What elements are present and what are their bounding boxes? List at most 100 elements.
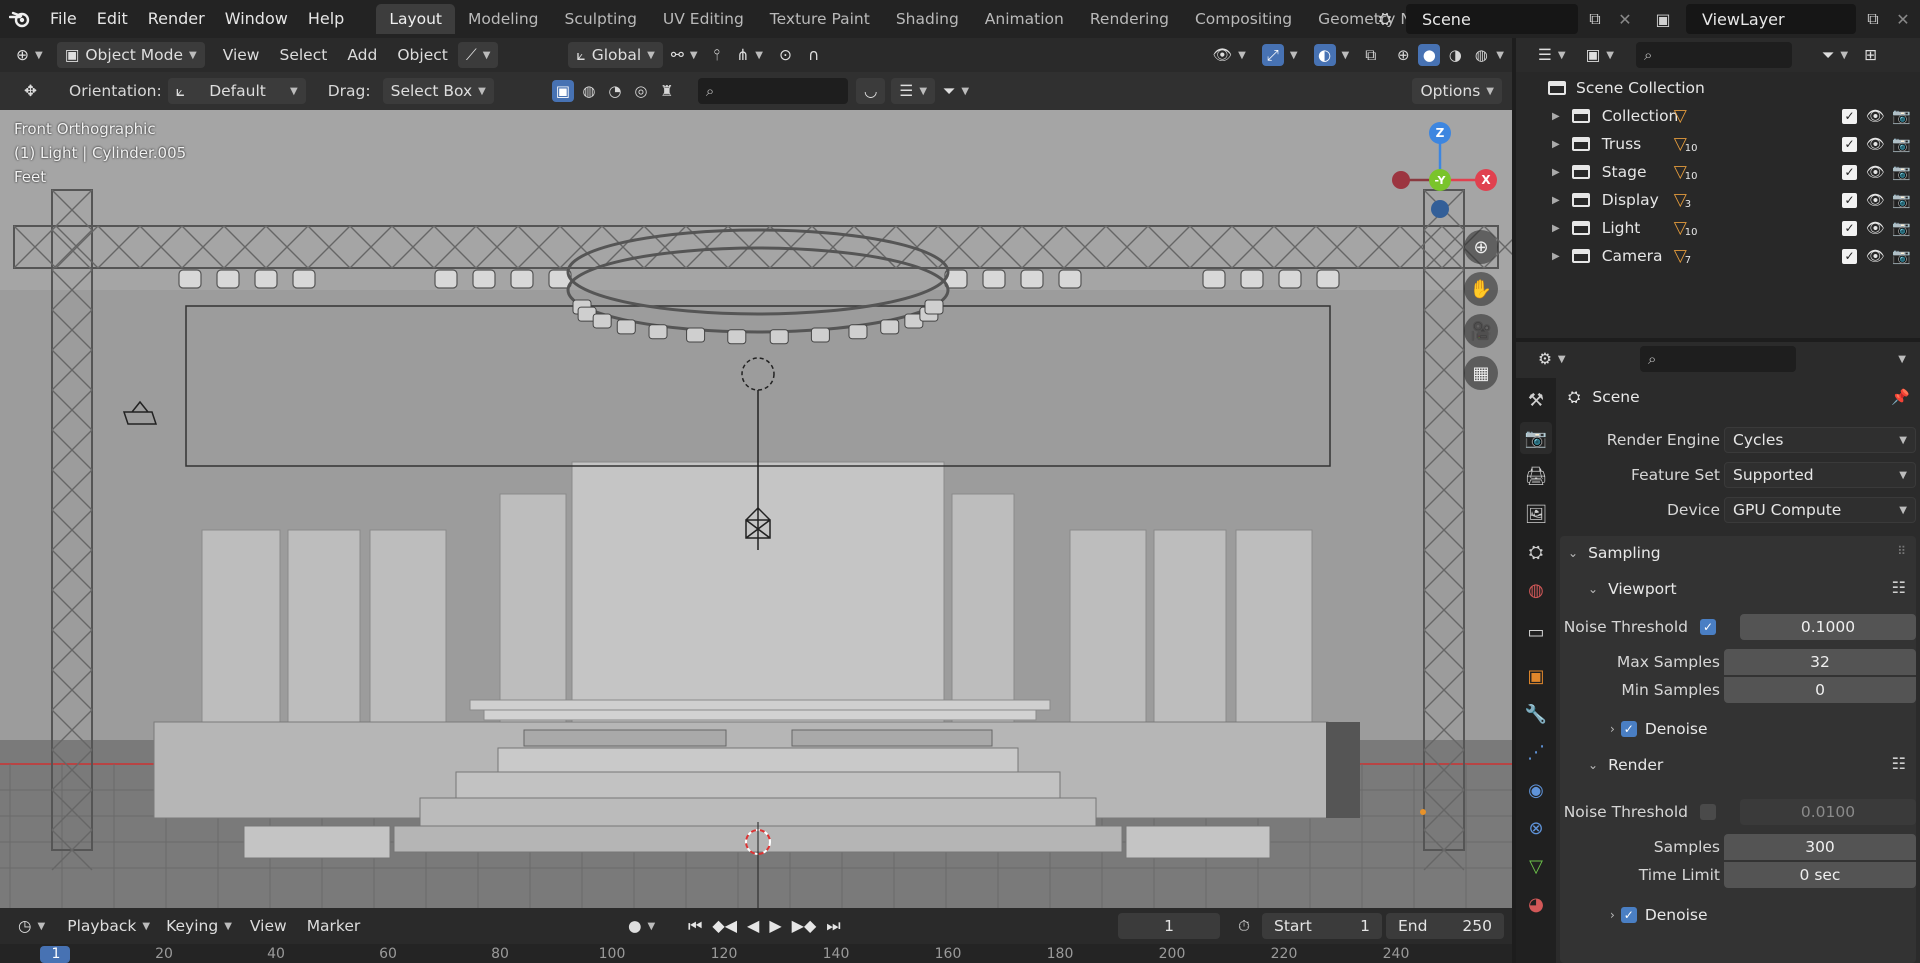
current-frame-field[interactable]: 1 xyxy=(1118,913,1220,939)
properties-editor-type-icon[interactable]: ⚙ ▼ xyxy=(1530,346,1574,372)
snap-toggle[interactable]: ⫯ xyxy=(706,42,729,68)
exclude-checkbox[interactable]: ✓ xyxy=(1842,248,1857,264)
pin-icon[interactable]: 📌 xyxy=(1891,388,1910,406)
material-shading-icon[interactable]: ◑ xyxy=(1444,44,1466,66)
exclude-checkbox[interactable]: ✓ xyxy=(1842,220,1857,236)
tab-sculpting[interactable]: Sculpting xyxy=(552,4,650,34)
samples-field[interactable]: 300 xyxy=(1724,834,1916,860)
jump-end-icon[interactable]: ⏭ xyxy=(826,916,840,936)
menu-view[interactable]: View xyxy=(213,46,270,64)
gizmo-neg-z-axis[interactable] xyxy=(1431,200,1449,218)
mode-dropdown[interactable]: ▣ Object Mode ▼ xyxy=(56,42,205,68)
tab-modeling[interactable]: Modeling xyxy=(455,4,552,34)
stopwatch-icon[interactable]: ⏱ xyxy=(1230,913,1258,939)
xray-toggle[interactable]: ⧉ xyxy=(1357,42,1384,68)
new-collection-icon[interactable]: ⊞ xyxy=(1856,42,1885,68)
play-reverse-icon[interactable]: ◀ xyxy=(747,916,759,936)
select-invert-icon[interactable]: ◎ xyxy=(630,80,652,102)
expand-arrow-icon[interactable]: ▶ xyxy=(1552,223,1560,234)
viewport-noise-threshold-field[interactable]: 0.1000 xyxy=(1740,614,1916,640)
snap-dropdown[interactable]: ⋔ ▼ xyxy=(728,42,771,68)
time-limit-field[interactable]: 0 sec xyxy=(1724,862,1916,888)
viewport-denoise-checkbox[interactable]: ✓ xyxy=(1620,721,1637,737)
playback-menu[interactable]: Playback ▼ xyxy=(59,913,158,939)
visibility-dropdown[interactable]: 👁 ▼ xyxy=(1204,42,1253,68)
render-engine-dropdown[interactable]: Cycles ▼ xyxy=(1724,427,1916,453)
render-noise-threshold-checkbox[interactable] xyxy=(1700,804,1716,820)
timeline-editor-type-icon[interactable]: ◷ ▼ xyxy=(10,913,53,939)
tab-compositing[interactable]: Compositing xyxy=(1182,4,1305,34)
outliner-row-display[interactable]: ▶ Display ▽ 3 ✓ 👁 📷 xyxy=(1516,186,1920,214)
sampling-header[interactable]: ⌄ Sampling xyxy=(1568,538,1661,568)
object-tab-icon[interactable]: ▣ xyxy=(1520,660,1552,692)
menu-file[interactable]: File xyxy=(40,0,87,38)
gpencil-dropdown[interactable]: ⟋ ▼ xyxy=(457,42,499,68)
outliner-row-truss[interactable]: ▶ Truss ▽ 10 ✓ 👁 📷 xyxy=(1516,130,1920,158)
viewport-noise-threshold-checkbox[interactable]: ✓ xyxy=(1700,619,1716,635)
eye-icon[interactable]: 👁 xyxy=(1866,219,1885,237)
device-dropdown[interactable]: GPU Compute ▼ xyxy=(1724,497,1916,523)
perspective-grid-icon[interactable]: ▦ xyxy=(1464,356,1498,390)
scene-collection-row[interactable]: Scene Collection xyxy=(1516,74,1920,102)
editor-type-icon[interactable]: ⊕ ▼ xyxy=(8,42,51,68)
properties-search-input[interactable]: ⌕ xyxy=(1640,346,1796,372)
options-dropdown[interactable]: Options ▼ xyxy=(1412,78,1502,104)
drag-dropdown[interactable]: Select Box ▼ xyxy=(382,78,494,104)
output-tab-icon[interactable]: 🖨 xyxy=(1520,460,1552,492)
pan-hand-icon[interactable]: ✋ xyxy=(1464,272,1498,306)
filter-dropdown[interactable]: ⏷ ▼ xyxy=(935,78,977,104)
outliner-editor-type-icon[interactable]: ☰ ▼ xyxy=(1530,42,1574,68)
proportional-edit-icon[interactable]: ⊙ xyxy=(771,42,800,68)
expand-arrow-icon[interactable]: ▶ xyxy=(1552,251,1560,262)
gizmo-x-axis[interactable]: X xyxy=(1475,169,1497,191)
jump-start-icon[interactable]: ⏮ xyxy=(688,916,702,936)
viewport-scene[interactable]: Front Orthographic (1) Light | Cylinder.… xyxy=(0,110,1512,908)
record-icon[interactable]: ● ▼ xyxy=(620,913,663,939)
outliner-search-input[interactable]: ⌕ xyxy=(1635,42,1792,68)
rendered-shading-icon[interactable]: ◍ xyxy=(1470,44,1492,66)
modifier-tab-icon[interactable]: 🔧 xyxy=(1520,698,1552,730)
expand-arrow-icon[interactable]: ▶ xyxy=(1552,139,1560,150)
zoom-icon[interactable]: ⊕ xyxy=(1464,230,1498,264)
select-subtract-icon[interactable]: ◔ xyxy=(604,80,626,102)
gizmo-neg-y-axis[interactable]: -Y xyxy=(1429,169,1451,191)
render-tab-icon[interactable]: 📷 xyxy=(1520,422,1552,454)
tab-texture-paint[interactable]: Texture Paint xyxy=(757,4,883,34)
timeline-view-menu[interactable]: View xyxy=(240,917,297,935)
new-scene-icon[interactable]: ⧉ xyxy=(1580,4,1610,34)
falloff-icon[interactable]: ∩ xyxy=(800,42,827,68)
data-tab-icon[interactable]: ▽ xyxy=(1520,850,1552,882)
render-denoise-header[interactable]: › ✓ Denoise xyxy=(1610,900,1708,930)
scene-name-field[interactable]: Scene xyxy=(1406,4,1578,34)
gizmo-neg-x-axis[interactable] xyxy=(1392,171,1410,189)
viewport-subpanel-header[interactable]: ⌄ Viewport xyxy=(1588,574,1677,604)
particles-tab-icon[interactable]: ⋰ xyxy=(1520,736,1552,768)
render-denoise-checkbox[interactable]: ✓ xyxy=(1620,907,1637,923)
pivot-dropdown[interactable]: ⚯ ▼ xyxy=(663,42,706,68)
play-icon[interactable]: ▶ xyxy=(769,916,781,936)
tab-animation[interactable]: Animation xyxy=(972,4,1077,34)
camera-render-icon[interactable]: 📷 xyxy=(1892,191,1911,209)
tab-uv-editing[interactable]: UV Editing xyxy=(650,4,757,34)
exclude-checkbox[interactable]: ✓ xyxy=(1842,108,1857,124)
next-keyframe-icon[interactable]: ▶◆ xyxy=(792,916,817,936)
transform-orientation-dropdown[interactable]: ⟀ Global ▼ xyxy=(568,42,663,68)
start-frame-field[interactable]: Start 1 xyxy=(1262,913,1382,939)
camera-view-icon[interactable]: 🎥 xyxy=(1464,314,1498,348)
render-subpanel-header[interactable]: ⌄ Render xyxy=(1588,750,1663,780)
menu-select[interactable]: Select xyxy=(270,46,338,64)
outliner-row-collection[interactable]: ▶ Collection ▽ ✓ 👁 📷 xyxy=(1516,102,1920,130)
menu-edit[interactable]: Edit xyxy=(87,0,138,38)
new-view-layer-icon[interactable]: ⧉ xyxy=(1858,4,1888,34)
display-mode-icon[interactable]: ▣ ▼ xyxy=(1578,42,1622,68)
render-presets-icon[interactable]: ☷ xyxy=(1892,754,1906,773)
scene-selector-icon[interactable]: ⛭ xyxy=(1370,4,1400,34)
select-extend-icon[interactable]: ◍ xyxy=(578,80,600,102)
exclude-checkbox[interactable]: ✓ xyxy=(1842,136,1857,152)
view-layer-icon[interactable]: ▣ xyxy=(1648,4,1678,34)
shading-options-icon[interactable]: ▼ xyxy=(1496,50,1504,61)
outliner-row-camera[interactable]: ▶ Camera ▽ 7 ✓ 👁 📷 xyxy=(1516,242,1920,270)
camera-render-icon[interactable]: 📷 xyxy=(1892,107,1911,125)
delete-view-layer-icon[interactable]: ✕ xyxy=(1888,4,1918,34)
camera-render-icon[interactable]: 📷 xyxy=(1892,135,1911,153)
